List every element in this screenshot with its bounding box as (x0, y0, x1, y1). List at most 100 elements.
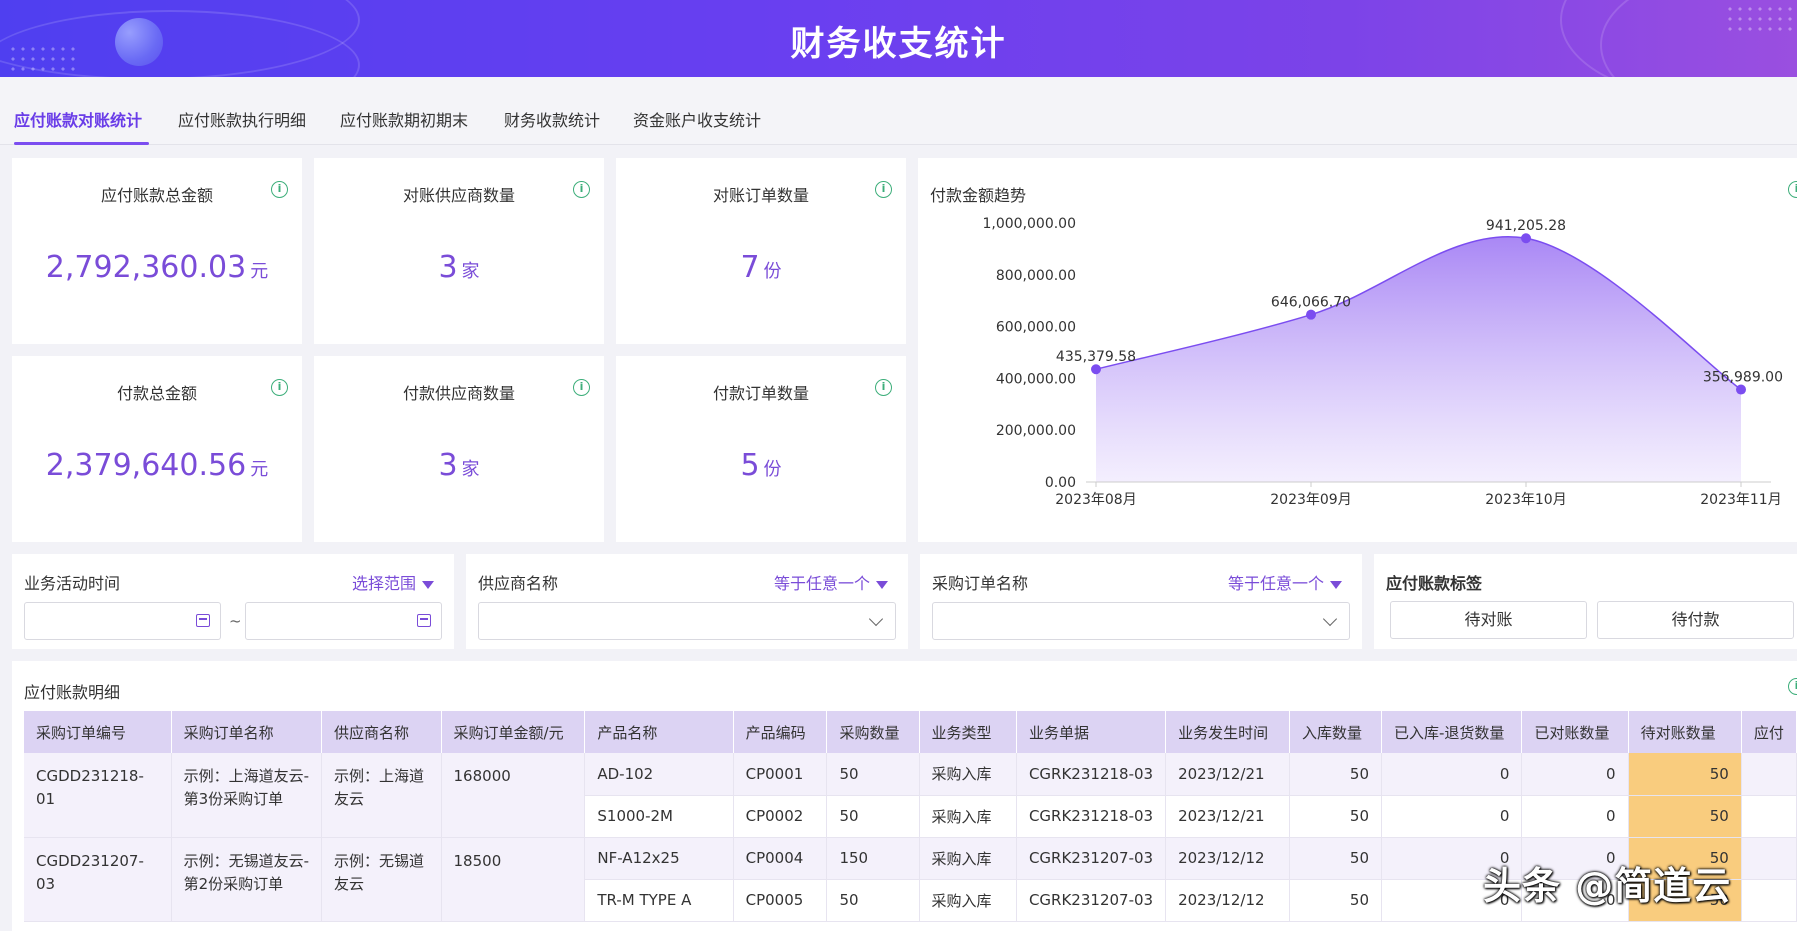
caret-down-icon (422, 580, 434, 589)
cell-type: 采购入库 (919, 879, 1017, 922)
kpi-unit: 份 (763, 261, 782, 282)
tag-button-pending-reconcile[interactable]: 待对账 (1390, 601, 1587, 639)
column-header[interactable]: 已入库-退货数量 (1381, 711, 1523, 753)
kpi-title: 应付账款总金额 (100, 186, 213, 205)
kpi-title: 付款总金额 (116, 384, 197, 403)
info-icon[interactable]: i (271, 379, 288, 396)
data-label: 435,379.58 (1056, 349, 1136, 365)
cell-code: CP0004 (733, 837, 828, 880)
cell-payable (1741, 795, 1797, 838)
cell-type: 采购入库 (919, 753, 1017, 796)
info-icon[interactable]: i (1788, 678, 1797, 695)
tag-button-pending-payment[interactable]: 待付款 (1597, 601, 1794, 639)
chevron-down-icon (868, 611, 884, 627)
column-header[interactable]: 待对账数量 (1628, 711, 1742, 753)
column-header[interactable]: 采购订单金额/元 (441, 711, 586, 753)
cell-reconciled: 0 (1521, 753, 1629, 796)
data-point (1091, 364, 1101, 375)
column-header[interactable]: 入库数量 (1289, 711, 1383, 753)
info-icon[interactable]: i (573, 379, 590, 396)
info-icon[interactable]: i (875, 181, 892, 198)
kpi-card-reconciled-orders: 对账订单数量 i 7份 (616, 158, 906, 344)
cell-doc: CGRK231207-03 (1016, 879, 1167, 922)
cell-amount: 168000 (441, 753, 586, 838)
tab-fund-account[interactable]: 资金账户收支统计 (633, 107, 761, 131)
end-date-input[interactable] (245, 602, 442, 640)
filter-business-time: 业务活动时间 选择范围 ~ (12, 554, 454, 649)
x-tick-label: 2023年08月 (1055, 492, 1136, 508)
tab-finance-receipts[interactable]: 财务收款统计 (504, 107, 600, 131)
column-header[interactable]: 采购订单名称 (171, 711, 323, 753)
supplier-select[interactable] (478, 602, 896, 640)
column-header[interactable]: 应付 (1741, 711, 1797, 753)
cell-in: 50 (1289, 753, 1383, 796)
kpi-title: 付款订单数量 (712, 384, 809, 403)
table-header-row: 采购订单编号 采购订单名称 供应商名称 采购订单金额/元 产品名称 产品编码 采… (24, 711, 1797, 753)
cell-qty: 50 (826, 795, 920, 838)
cell-supplier: 示例：无锡道友云 (321, 837, 442, 922)
info-icon[interactable]: i (271, 181, 288, 198)
cell-code: CP0005 (733, 879, 828, 922)
column-header[interactable]: 业务单据 (1016, 711, 1167, 753)
calendar-icon (196, 614, 210, 627)
match-operator-selector[interactable]: 等于任意一个 (774, 570, 888, 594)
page-header: 财务收支统计 (0, 0, 1797, 77)
cell-type: 采购入库 (919, 837, 1017, 880)
cell-in: 50 (1289, 795, 1383, 838)
kpi-title: 对账订单数量 (712, 186, 809, 205)
table-title: 应付账款明细 (24, 683, 121, 702)
column-header[interactable]: 产品编码 (733, 711, 828, 753)
order-select[interactable] (932, 602, 1350, 640)
kpi-card-payment-orders: 付款订单数量 i 5份 (616, 356, 906, 542)
cell-date: 2023/12/12 (1165, 837, 1290, 880)
y-tick-label: 0.00 (1045, 475, 1076, 491)
cell-in: 50 (1289, 837, 1383, 880)
kpi-value: 7份 (740, 250, 782, 285)
column-header[interactable]: 供应商名称 (321, 711, 442, 753)
info-icon[interactable]: i (875, 379, 892, 396)
y-tick-label: 1,000,000.00 (982, 216, 1076, 232)
cell-type: 采购入库 (919, 795, 1017, 838)
cell-qty: 50 (826, 753, 920, 796)
active-tab-indicator (14, 142, 149, 145)
cell-product: AD-102 (584, 753, 734, 796)
column-header[interactable]: 采购订单编号 (24, 711, 172, 753)
kpi-title: 对账供应商数量 (402, 186, 515, 205)
cell-product: S1000-2M (584, 795, 734, 838)
column-header[interactable]: 采购数量 (826, 711, 920, 753)
cell-order-name: 示例：无锡道友云-第2份采购订单 (171, 837, 323, 922)
caret-down-icon (1330, 580, 1342, 589)
column-header[interactable]: 已对账数量 (1521, 711, 1629, 753)
x-tick-label: 2023年09月 (1270, 492, 1351, 508)
cell-in: 50 (1289, 879, 1383, 922)
column-header[interactable]: 业务类型 (919, 711, 1017, 753)
data-point (1306, 309, 1316, 320)
tab-payable-period[interactable]: 应付账款期初期末 (340, 107, 468, 131)
cell-doc: CGRK231218-03 (1016, 795, 1167, 838)
data-point (1521, 233, 1531, 244)
kpi-value: 3家 (438, 448, 480, 483)
cell-date: 2023/12/12 (1165, 879, 1290, 922)
start-date-input[interactable] (24, 602, 221, 640)
column-header[interactable]: 业务发生时间 (1165, 711, 1290, 753)
tab-payable-reconciliation[interactable]: 应付账款对账统计 (14, 107, 142, 131)
data-label: 646,066.70 (1271, 295, 1351, 311)
filter-label: 采购订单名称 (932, 574, 1029, 593)
cell-returned: 0 (1381, 795, 1523, 838)
cell-returned: 0 (1381, 753, 1523, 796)
filter-label: 供应商名称 (478, 574, 559, 593)
column-header[interactable]: 产品名称 (584, 711, 734, 753)
match-operator-selector[interactable]: 等于任意一个 (1228, 570, 1342, 594)
info-icon[interactable]: i (573, 181, 590, 198)
cell-code: CP0001 (733, 753, 828, 796)
tab-payable-execution[interactable]: 应付账款执行明细 (178, 107, 306, 131)
table-row[interactable]: CGDD231218-01 示例：上海道友云-第3份采购订单 示例：上海道友云 … (24, 753, 1797, 838)
calendar-icon (417, 614, 431, 627)
x-tick-label: 2023年11月 (1700, 492, 1781, 508)
range-separator: ~ (229, 612, 242, 630)
kpi-value: 3家 (438, 250, 480, 285)
x-tick-label: 2023年10月 (1485, 492, 1566, 508)
kpi-unit: 家 (461, 261, 480, 282)
range-selector[interactable]: 选择范围 (352, 570, 434, 594)
tab-bar: 应付账款对账统计 应付账款执行明细 应付账款期初期末 财务收款统计 资金账户收支… (0, 77, 1797, 145)
